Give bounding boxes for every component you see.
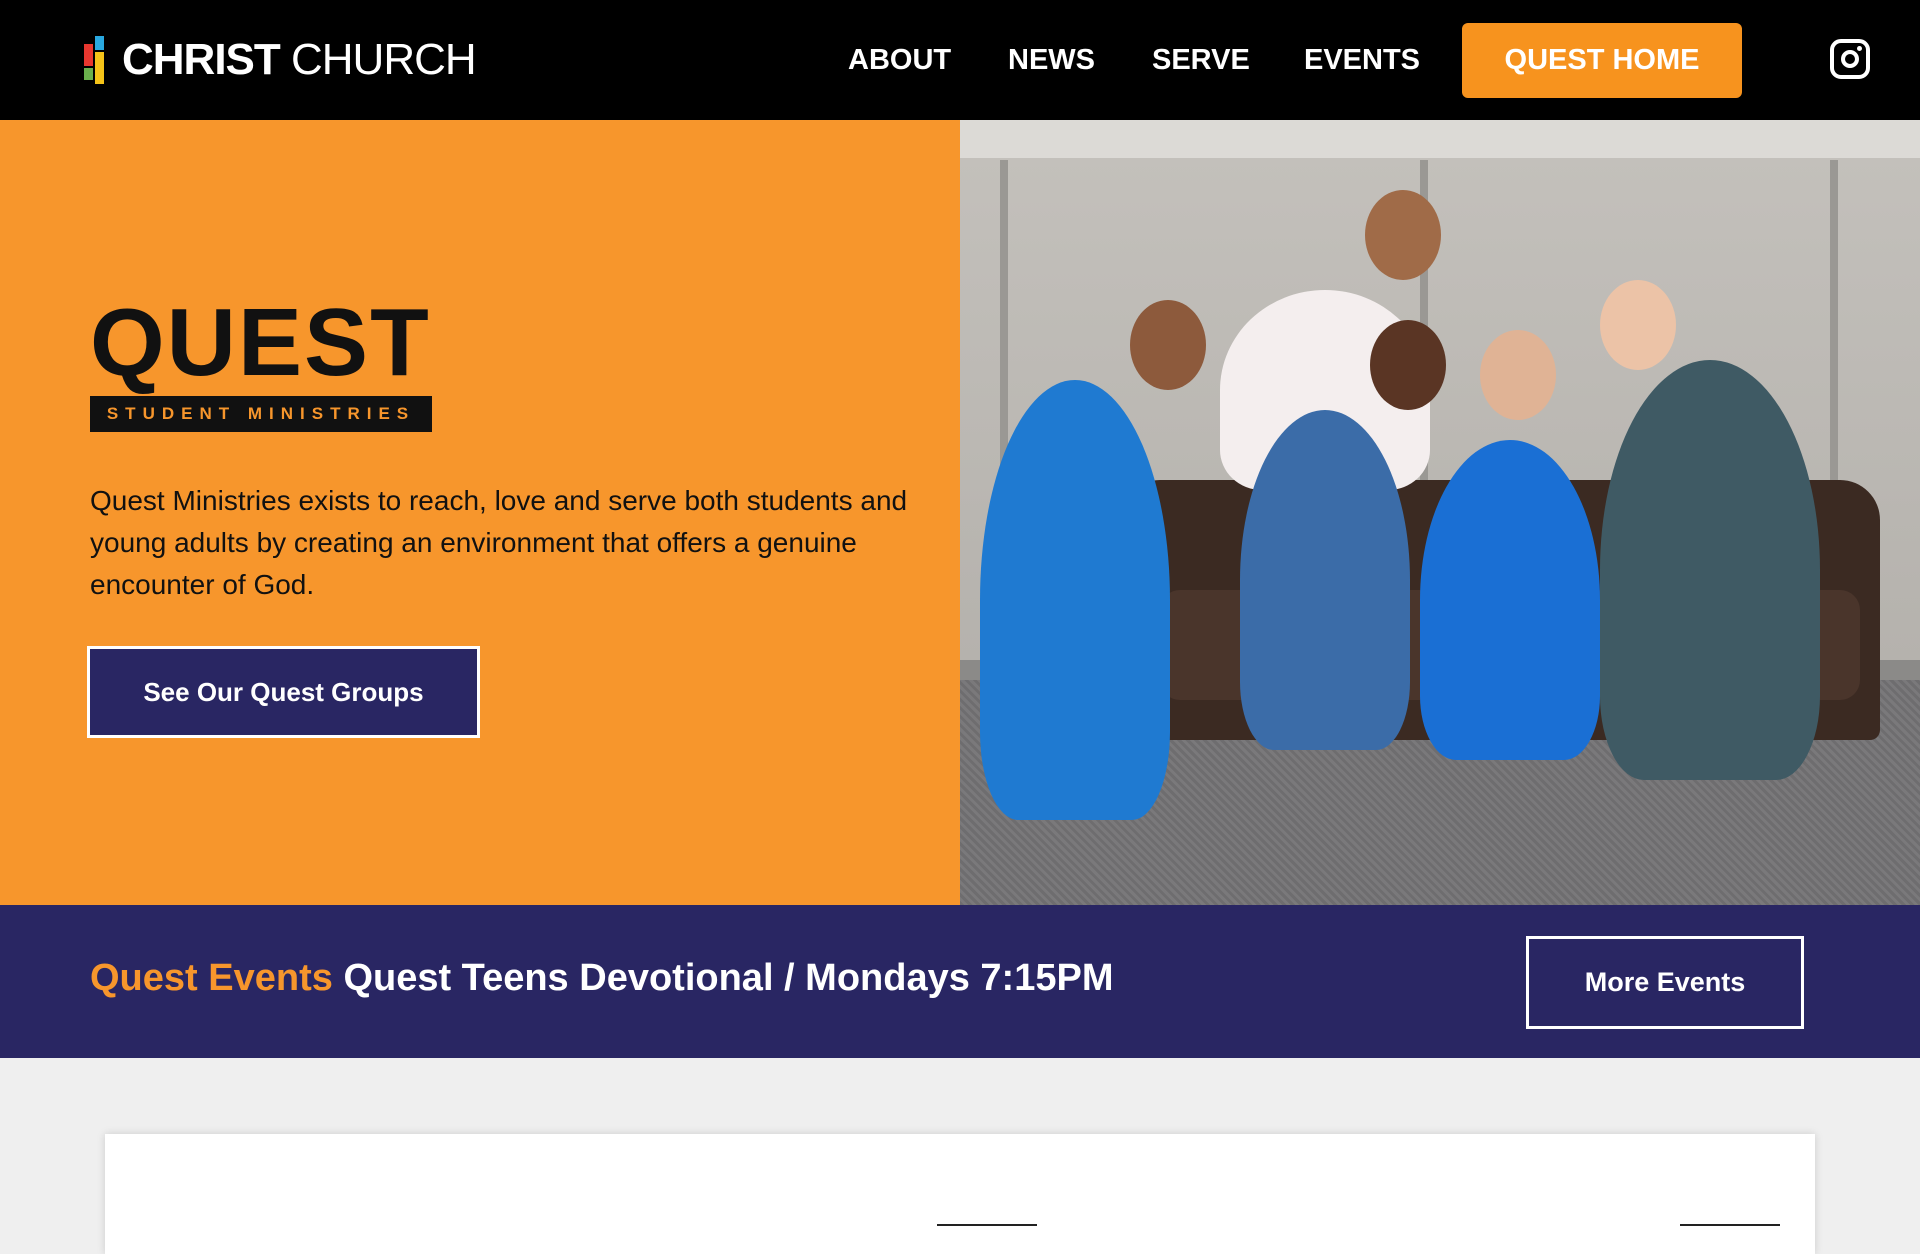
site-header: CHRIST CHURCH ABOUT NEWS SERVE EVENTS QU…	[0, 0, 1920, 120]
card-divider	[937, 1224, 1037, 1226]
content-card	[105, 1134, 1815, 1254]
quest-home-button[interactable]: QUEST HOME	[1462, 23, 1742, 98]
hero-intro: QUEST STUDENT MINISTRIES Quest Ministrie…	[0, 120, 960, 905]
more-events-button[interactable]: More Events	[1526, 936, 1804, 1029]
card-divider	[1680, 1224, 1780, 1226]
see-quest-groups-button[interactable]: See Our Quest Groups	[87, 646, 480, 738]
nav-about[interactable]: ABOUT	[848, 23, 951, 98]
logo-wordmark: CHRIST CHURCH	[122, 35, 477, 84]
instagram-icon[interactable]	[1830, 39, 1870, 79]
event-text[interactable]: Quest Teens Devotional / Mondays 7:15PM	[343, 957, 1113, 999]
nav-serve[interactable]: SERVE	[1152, 23, 1250, 98]
events-headline: Quest Events Quest Teens Devotional / Mo…	[90, 957, 1113, 1000]
quest-events-bar: Quest Events Quest Teens Devotional / Mo…	[0, 905, 1920, 1058]
nav-events[interactable]: EVENTS	[1304, 23, 1420, 98]
christ-church-logo[interactable]: CHRIST CHURCH	[82, 34, 477, 86]
cross-logo-icon	[82, 34, 112, 86]
events-label: Quest Events	[90, 957, 333, 999]
hero-description: Quest Ministries exists to reach, love a…	[90, 485, 908, 600]
quest-logo-word: QUEST	[90, 289, 431, 396]
quest-logo-subtitle: STUDENT MINISTRIES	[90, 396, 432, 432]
quest-logo: QUEST STUDENT MINISTRIES	[90, 289, 432, 432]
nav-news[interactable]: NEWS	[1008, 23, 1095, 98]
hero-group-photo	[960, 120, 1920, 905]
